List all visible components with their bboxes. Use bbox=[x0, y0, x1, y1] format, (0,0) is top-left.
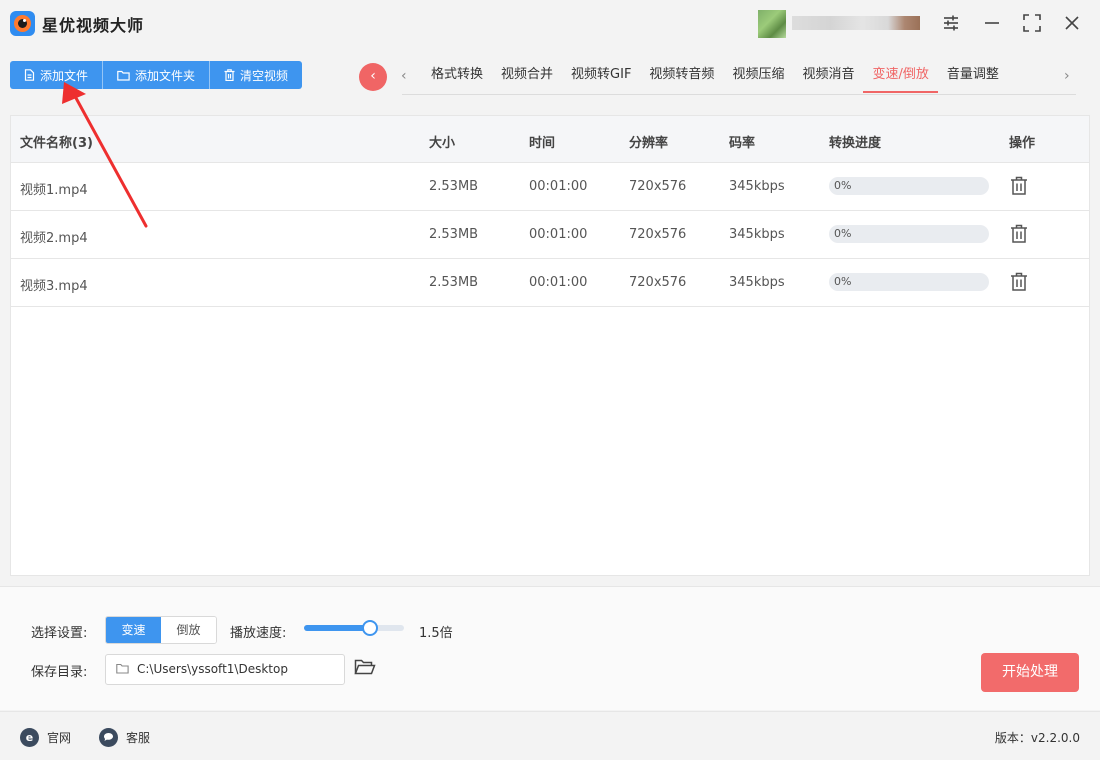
folder-icon bbox=[116, 663, 129, 678]
header-duration: 时间 bbox=[529, 136, 556, 151]
add-folder-label: 添加文件夹 bbox=[135, 68, 196, 83]
progress-bar: 0% bbox=[829, 273, 989, 291]
tabs-scroll-left-icon[interactable]: ‹ bbox=[401, 68, 407, 84]
cell-resolution: 720x576 bbox=[629, 227, 687, 242]
table-row[interactable]: 视频3.mp4 2.53MB 00:01:00 720x576 345kbps … bbox=[11, 259, 1089, 307]
cell-file-name: 视频3.mp4 bbox=[20, 279, 88, 294]
cell-size: 2.53MB bbox=[429, 275, 479, 290]
tab-volume-adjust[interactable]: 音量调整 bbox=[938, 60, 1008, 93]
user-avatar[interactable] bbox=[758, 10, 786, 38]
title-bar: 星优视频大师 bbox=[0, 0, 1100, 48]
cell-bitrate: 345kbps bbox=[729, 275, 785, 290]
add-folder-button[interactable]: 添加文件夹 bbox=[103, 61, 211, 89]
cell-file-name: 视频1.mp4 bbox=[20, 183, 88, 198]
cell-resolution: 720x576 bbox=[629, 179, 687, 194]
cell-duration: 00:01:00 bbox=[529, 227, 588, 242]
delete-row-trash-icon[interactable] bbox=[1010, 176, 1028, 196]
support-label: 客服 bbox=[126, 731, 151, 745]
clear-videos-button[interactable]: 清空视频 bbox=[210, 61, 302, 89]
cell-file-name: 视频2.mp4 bbox=[20, 231, 88, 246]
cell-resolution: 720x576 bbox=[629, 275, 687, 290]
speed-value: 1.5倍 bbox=[419, 626, 453, 641]
header-actions: 操作 bbox=[1009, 136, 1036, 151]
user-name-blurred[interactable] bbox=[792, 16, 920, 30]
start-processing-button[interactable]: 开始处理 bbox=[981, 653, 1079, 692]
cell-size: 2.53MB bbox=[429, 227, 479, 242]
speed-slider[interactable] bbox=[304, 620, 404, 636]
progress-label: 0% bbox=[834, 227, 852, 240]
header-size: 大小 bbox=[429, 136, 456, 151]
status-bar: e 官网 客服 版本：v2.2.0.0 bbox=[0, 711, 1100, 760]
add-file-button[interactable]: 添加文件 bbox=[10, 61, 104, 89]
delete-row-trash-icon[interactable] bbox=[1010, 224, 1028, 244]
chat-bubble-icon bbox=[99, 728, 118, 747]
tab-speed-reverse[interactable]: 变速/倒放 bbox=[863, 60, 938, 93]
save-dir-label: 保存目录: bbox=[31, 665, 88, 680]
cell-duration: 00:01:00 bbox=[529, 179, 588, 194]
table-row[interactable]: 视频1.mp4 2.53MB 00:01:00 720x576 345kbps … bbox=[11, 163, 1089, 211]
progress-label: 0% bbox=[834, 275, 852, 288]
settings-panel: 选择设置: 变速 倒放 播放速度: 1.5倍 保存目录: C:\Users\ys… bbox=[0, 586, 1100, 710]
open-folder-icon[interactable] bbox=[354, 658, 376, 680]
progress-bar: 0% bbox=[829, 225, 989, 243]
minimize-icon[interactable] bbox=[981, 12, 1003, 34]
speed-label: 播放速度: bbox=[230, 626, 287, 641]
progress-bar: 0% bbox=[829, 177, 989, 195]
app-title: 星优视频大师 bbox=[42, 16, 145, 35]
clear-videos-label: 清空视频 bbox=[240, 68, 289, 83]
save-path-field[interactable]: C:\Users\yssoft1\Desktop bbox=[105, 654, 345, 685]
tab-video-to-audio[interactable]: 视频转音频 bbox=[640, 60, 723, 93]
mode-label: 选择设置: bbox=[31, 626, 88, 641]
progress-label: 0% bbox=[834, 179, 852, 192]
tab-video-compress[interactable]: 视频压缩 bbox=[723, 60, 793, 93]
table-row[interactable]: 视频2.mp4 2.53MB 00:01:00 720x576 345kbps … bbox=[11, 211, 1089, 259]
header-bitrate: 码率 bbox=[729, 136, 756, 151]
tab-video-mute[interactable]: 视频消音 bbox=[793, 60, 863, 93]
file-toolbar: 添加文件 添加文件夹 清空视频 bbox=[10, 61, 303, 89]
save-path-text: C:\Users\yssoft1\Desktop bbox=[137, 662, 288, 676]
table-header: 文件名称(3) 大小 时间 分辨率 码率 转换进度 操作 bbox=[11, 116, 1089, 163]
feature-tabs: 格式转换 视频合并 视频转GIF 视频转音频 视频压缩 视频消音 变速/倒放 音… bbox=[422, 60, 1008, 95]
speed-slider-fill bbox=[304, 625, 370, 631]
mode-option-speed[interactable]: 变速 bbox=[106, 617, 161, 643]
website-label: 官网 bbox=[47, 731, 72, 745]
ie-browser-icon: e bbox=[20, 728, 39, 747]
file-icon bbox=[24, 69, 35, 81]
app-logo-icon bbox=[10, 11, 35, 36]
cell-size: 2.53MB bbox=[429, 179, 479, 194]
version-text: 版本：v2.2.0.0 bbox=[994, 731, 1080, 745]
mode-segmented-control: 变速 倒放 bbox=[105, 616, 217, 644]
header-file-name: 文件名称(3) bbox=[20, 136, 93, 151]
maximize-icon[interactable] bbox=[1021, 12, 1043, 34]
tab-video-to-gif[interactable]: 视频转GIF bbox=[562, 60, 640, 93]
cell-duration: 00:01:00 bbox=[529, 275, 588, 290]
website-link[interactable]: e 官网 bbox=[20, 728, 71, 747]
header-resolution: 分辨率 bbox=[629, 136, 669, 151]
settings-sliders-icon[interactable] bbox=[940, 12, 962, 34]
tabs-scroll-right-icon[interactable]: › bbox=[1064, 68, 1070, 84]
support-link[interactable]: 客服 bbox=[99, 728, 150, 747]
delete-row-trash-icon[interactable] bbox=[1010, 272, 1028, 292]
close-icon[interactable] bbox=[1061, 12, 1083, 34]
trash-icon bbox=[224, 69, 235, 81]
cell-bitrate: 345kbps bbox=[729, 179, 785, 194]
speed-slider-handle[interactable] bbox=[362, 620, 378, 636]
tab-video-merge[interactable]: 视频合并 bbox=[492, 60, 562, 93]
cell-bitrate: 345kbps bbox=[729, 227, 785, 242]
add-file-label: 添加文件 bbox=[40, 68, 89, 83]
tab-format-convert[interactable]: 格式转换 bbox=[422, 60, 492, 93]
header-progress: 转换进度 bbox=[829, 136, 882, 151]
mode-option-reverse[interactable]: 倒放 bbox=[161, 617, 216, 643]
back-chevron-left-icon[interactable]: ‹ bbox=[359, 63, 387, 91]
folder-icon bbox=[117, 70, 130, 81]
tabs-divider bbox=[402, 94, 1076, 95]
file-table: 文件名称(3) 大小 时间 分辨率 码率 转换进度 操作 视频1.mp4 2.5… bbox=[10, 115, 1090, 576]
